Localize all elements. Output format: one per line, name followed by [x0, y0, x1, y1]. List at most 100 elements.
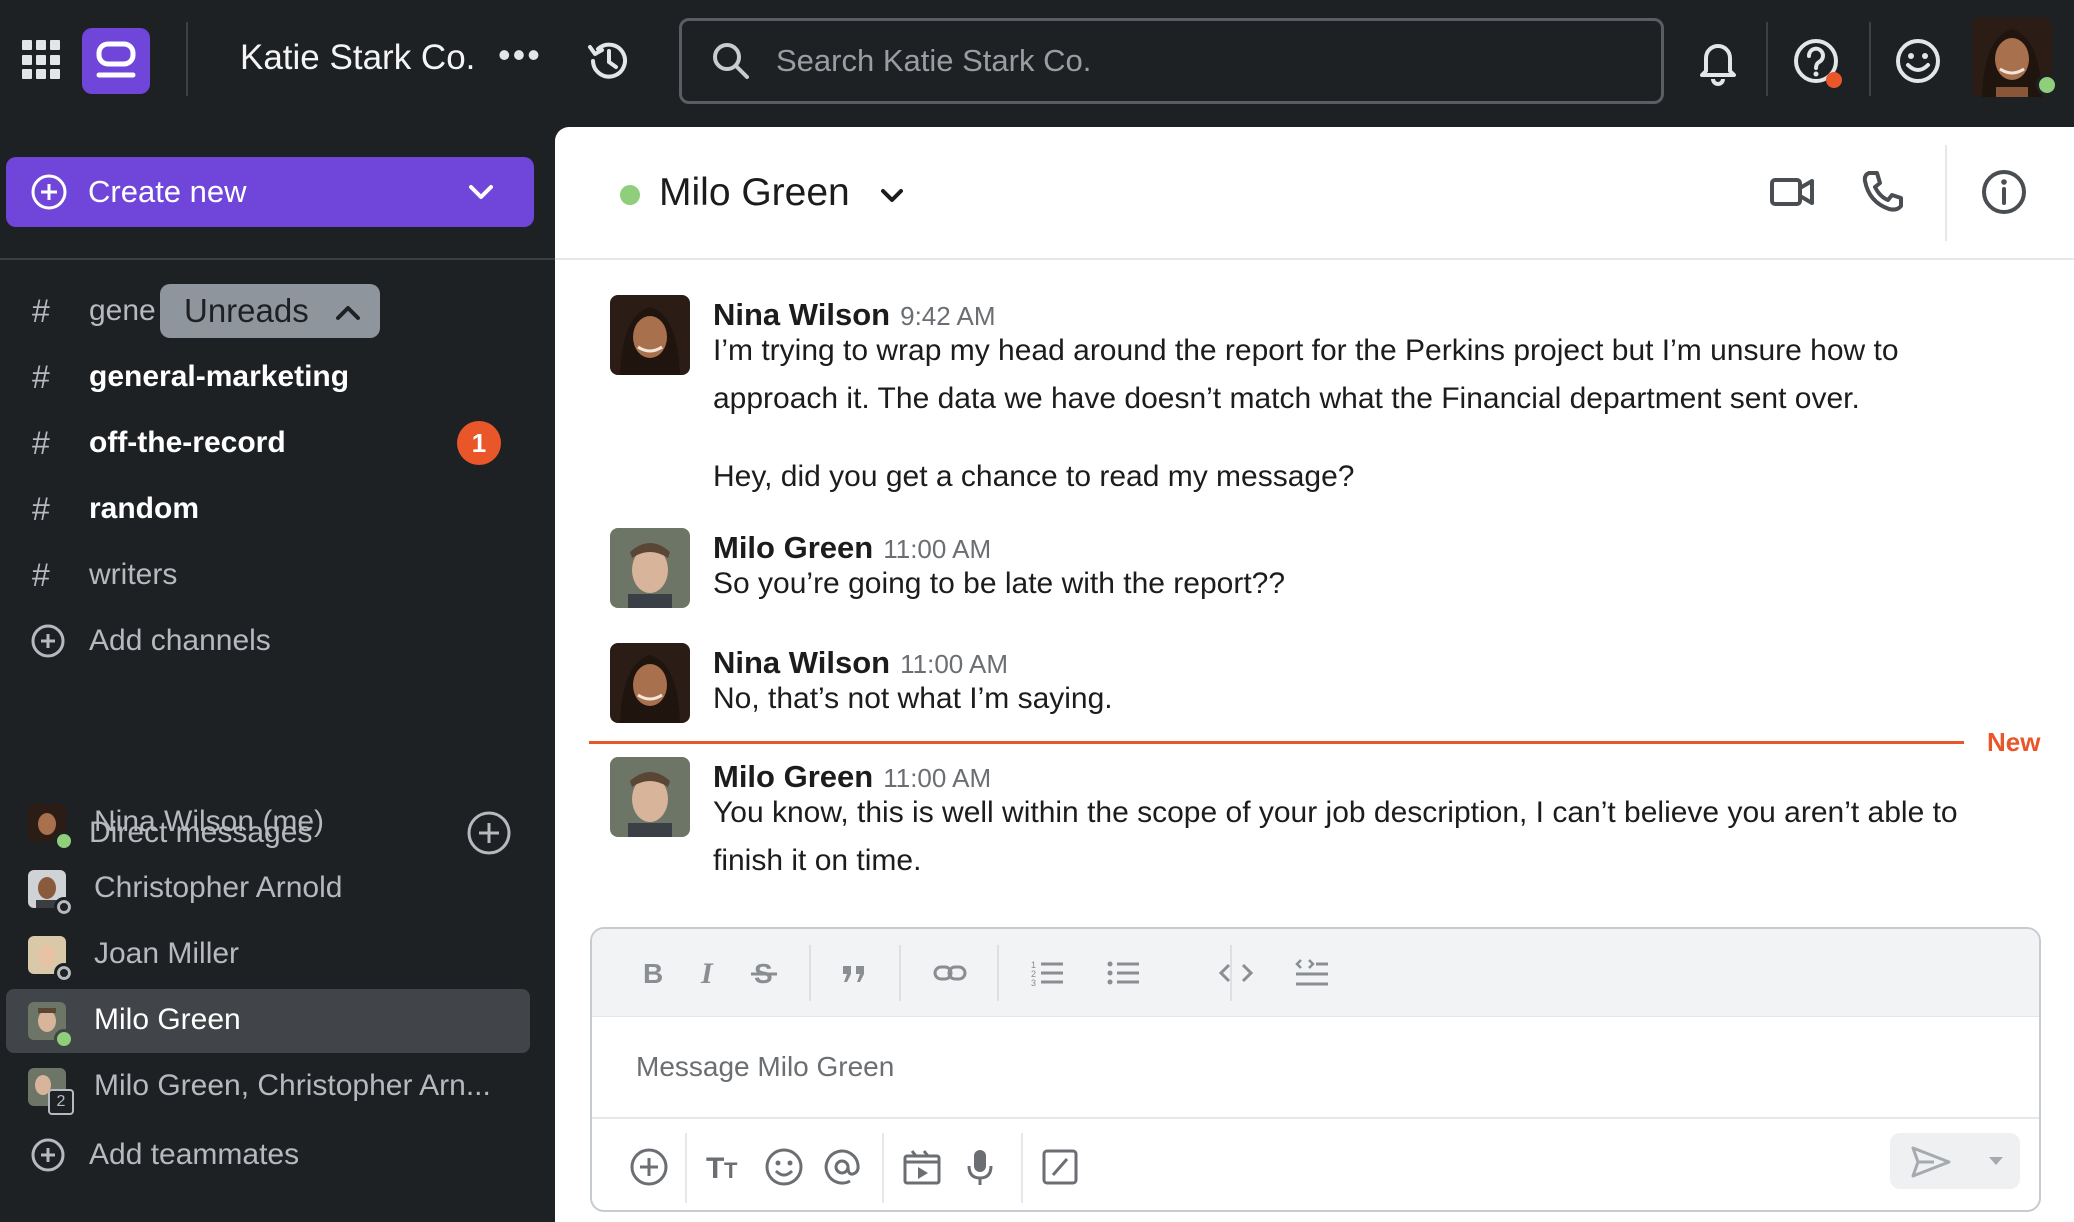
svg-text:T: T [706, 1152, 724, 1184]
create-new-button[interactable]: Create new [6, 157, 534, 227]
send-button[interactable] [1890, 1133, 2020, 1189]
text-format-icon[interactable]: TT [704, 1145, 748, 1189]
channel-name: writers [89, 558, 178, 591]
help-icon[interactable] [1792, 37, 1844, 89]
dm-name: Christopher Arnold [94, 871, 343, 904]
channel-hash-icon: # [32, 292, 50, 329]
message-text: Hey, did you get a chance to read my mes… [713, 460, 1355, 493]
author-avatar[interactable] [610, 528, 690, 608]
add-channels-button[interactable]: Add channels [0, 611, 555, 671]
message-input-placeholder: Message Milo Green [636, 1051, 895, 1082]
strikethrough-icon[interactable]: S [742, 951, 786, 995]
slash-command-icon[interactable] [1038, 1145, 1082, 1189]
channel-name: off-the-record [89, 426, 286, 459]
group-count-badge: 2 [48, 1089, 74, 1115]
divider [1869, 22, 1871, 96]
channel-item-general-marketing[interactable]: # general-marketing [0, 347, 555, 407]
workspace-name[interactable]: Katie Stark Co. [240, 38, 475, 78]
svg-text:3: 3 [1031, 978, 1036, 988]
bullet-list-icon[interactable] [1102, 951, 1146, 995]
code-icon[interactable] [1214, 951, 1258, 995]
new-messages-divider [589, 741, 1964, 744]
channel-item-writers[interactable]: # writers [0, 545, 555, 605]
channel-item-random[interactable]: # random [0, 479, 555, 539]
channel-hash-icon: # [32, 490, 50, 527]
author-avatar[interactable] [610, 643, 690, 723]
search-icon [713, 43, 749, 79]
plus-circle-icon [31, 624, 65, 658]
sidebar: Create new # gene Unreads # general-mark… [0, 127, 555, 1222]
unreads-toggle-button[interactable]: Unreads [160, 284, 380, 338]
new-messages-label: New [1987, 727, 2041, 757]
microphone-icon[interactable] [958, 1145, 1002, 1189]
conversation-panel: Milo Green Nina Wilson 9:42 AM I’m trying… [555, 127, 2074, 1222]
attach-plus-icon[interactable] [627, 1145, 671, 1189]
quote-icon[interactable] [832, 951, 876, 995]
online-status-dot [54, 831, 74, 851]
code-block-icon[interactable] [1290, 951, 1334, 995]
emoji-status-icon[interactable] [1894, 37, 1942, 85]
channel-name: random [89, 492, 200, 525]
formatting-toolbar: B I S 123 [592, 929, 2039, 1017]
notifications-bell-icon[interactable] [1697, 38, 1739, 86]
author-avatar[interactable] [610, 757, 690, 837]
dm-item-milo-green[interactable]: Milo Green [6, 989, 530, 1053]
divider [1021, 1133, 1023, 1203]
dm-item-nina-wilson[interactable]: Nina Wilson (me) [6, 791, 530, 855]
dm-name: Milo Green [94, 1003, 241, 1036]
divider [882, 1133, 884, 1203]
video-call-icon[interactable] [1769, 171, 1815, 213]
channel-hash-icon: # [32, 424, 50, 461]
message-composer: B I S 123 Message Milo Green TT [590, 927, 2041, 1212]
logo-mark-icon [96, 41, 136, 78]
mention-icon[interactable] [820, 1145, 864, 1189]
channel-name: general-marketing [89, 360, 350, 393]
message-text: No, that’s not what I’m saying. [713, 682, 1113, 715]
divider [1766, 22, 1768, 96]
gif-clip-icon[interactable] [900, 1145, 944, 1189]
chevron-up-icon [336, 306, 360, 320]
divider [899, 945, 901, 1001]
add-channels-label: Add channels [89, 624, 271, 657]
divider [809, 945, 811, 1001]
create-new-label: Create new [88, 174, 247, 209]
dm-item-joan-miller[interactable]: Joan Miller [6, 923, 530, 987]
send-options-chevron-icon[interactable] [1986, 1153, 2006, 1169]
dm-item-group[interactable]: 2 Milo Green, Christopher Arn... [6, 1055, 530, 1119]
unreads-label: Unreads [184, 292, 309, 329]
message-input[interactable]: Message Milo Green [592, 1017, 2039, 1117]
message-text: So you’re going to be late with the repo… [713, 567, 1286, 600]
dm-item-christopher-arnold[interactable]: Christopher Arnold [6, 857, 530, 921]
chevron-down-icon[interactable] [877, 183, 907, 209]
emoji-icon[interactable] [762, 1145, 806, 1189]
svg-text:I: I [700, 958, 714, 988]
info-icon[interactable] [1981, 169, 2027, 215]
online-status-dot [54, 1029, 74, 1049]
search-input[interactable]: Search Katie Stark Co. [679, 18, 1664, 104]
history-icon[interactable] [584, 36, 634, 86]
app-grid-icon[interactable] [22, 40, 62, 80]
divider [1945, 145, 1947, 241]
svg-text:T: T [724, 1158, 738, 1183]
channel-hash-icon: # [32, 358, 50, 395]
message-text: I’m trying to wrap my head around the re… [713, 334, 1899, 415]
numbered-list-icon[interactable]: 123 [1026, 951, 1070, 995]
channel-title[interactable]: Milo Green [659, 171, 850, 215]
channel-item-off-the-record[interactable]: # off-the-record 1 [0, 413, 555, 473]
divider [186, 22, 188, 96]
channel-hash-icon: # [32, 556, 50, 593]
phone-call-icon[interactable] [1861, 169, 1905, 213]
add-teammates-button[interactable]: Add teammates [0, 1125, 555, 1185]
channel-name: gene [89, 294, 156, 327]
italic-icon[interactable]: I [686, 951, 730, 995]
link-icon[interactable] [928, 951, 972, 995]
dm-name: Nina Wilson (me) [94, 805, 325, 838]
bold-icon[interactable]: B [630, 951, 674, 995]
search-placeholder: Search Katie Stark Co. [776, 43, 1092, 78]
workspace-more-icon[interactable]: ••• [498, 34, 542, 76]
app-logo[interactable] [82, 28, 150, 94]
plus-circle-icon [31, 1138, 65, 1172]
dm-name: Joan Miller [94, 937, 240, 970]
offline-status-dot [54, 897, 74, 917]
author-avatar[interactable] [610, 295, 690, 375]
